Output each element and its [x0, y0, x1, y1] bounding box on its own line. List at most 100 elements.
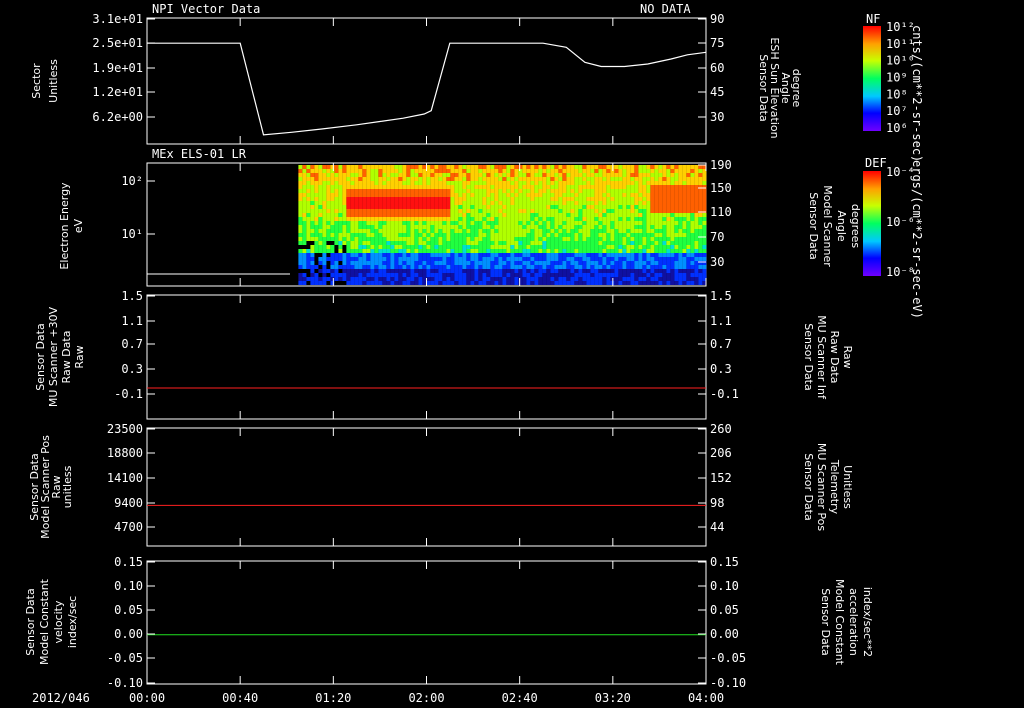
heatmap-cell — [670, 169, 675, 173]
heatmap-cell — [526, 221, 531, 225]
heatmap-cell — [382, 197, 387, 201]
heatmap-cell — [542, 269, 547, 273]
heatmap-cell — [518, 217, 523, 221]
heatmap-cell — [642, 217, 647, 221]
heatmap-cell — [462, 225, 467, 229]
heatmap-cell — [426, 269, 431, 273]
heatmap-cell — [494, 265, 499, 269]
heatmap-cell — [310, 221, 315, 225]
heatmap-cell — [310, 173, 315, 177]
heatmap-cell — [550, 261, 555, 265]
heatmap-cell — [378, 201, 383, 205]
heatmap-cell — [334, 229, 339, 233]
svg-text:Sector: Sector — [30, 63, 43, 99]
heatmap-cell — [362, 281, 367, 285]
heatmap-cell — [594, 237, 599, 241]
heatmap-cell — [302, 261, 307, 265]
heatmap-cell — [382, 177, 387, 181]
heatmap-cell — [690, 261, 695, 265]
heatmap-cell — [682, 185, 687, 189]
heatmap-cell — [334, 241, 339, 245]
panel-2-right-label: Sensor Data Model Scanner Angle degrees — [807, 185, 862, 267]
heatmap-cell — [506, 173, 511, 177]
heatmap-cell — [594, 201, 599, 205]
heatmap-cell — [554, 229, 559, 233]
heatmap-cell — [578, 177, 583, 181]
heatmap-cell — [514, 165, 519, 169]
heatmap-cell — [490, 225, 495, 229]
heatmap-cell — [322, 245, 327, 249]
heatmap-cell — [322, 189, 327, 193]
heatmap-cell — [682, 201, 687, 205]
heatmap-cell — [666, 217, 671, 221]
heatmap-cell — [430, 213, 435, 217]
heatmap-cell — [534, 173, 539, 177]
heatmap-cell — [542, 245, 547, 249]
heatmap-cell — [570, 213, 575, 217]
heatmap-cell — [566, 253, 571, 257]
heatmap-cell — [630, 269, 635, 273]
heatmap-cell — [314, 189, 319, 193]
heatmap-cell — [490, 205, 495, 209]
heatmap-cell — [406, 205, 411, 209]
heatmap-cell — [618, 257, 623, 261]
heatmap-cell — [586, 253, 591, 257]
heatmap-cell — [690, 221, 695, 225]
heatmap-cell — [474, 253, 479, 257]
heatmap-cell — [426, 189, 431, 193]
heatmap-cell — [702, 241, 707, 245]
heatmap-cell — [306, 209, 311, 213]
heatmap-cell — [370, 173, 375, 177]
heatmap-cell — [542, 213, 547, 217]
heatmap-cell — [454, 185, 459, 189]
heatmap-cell — [342, 209, 347, 213]
svg-text:acceleration: acceleration — [847, 588, 860, 656]
svg-text:MU Scanner Inf: MU Scanner Inf — [815, 315, 828, 400]
heatmap-cell — [702, 273, 707, 277]
heatmap-cell — [506, 249, 511, 253]
svg-text:Raw: Raw — [841, 345, 854, 368]
heatmap-cell — [678, 181, 683, 185]
heatmap-cell — [582, 185, 587, 189]
heatmap-cell — [570, 281, 575, 285]
svg-text:Unitless: Unitless — [47, 59, 60, 103]
heatmap-cell — [430, 277, 435, 281]
heatmap-cell — [426, 209, 431, 213]
heatmap-cell — [522, 277, 527, 281]
heatmap-cell — [566, 197, 571, 201]
heatmap-cell — [350, 165, 355, 169]
heatmap-cell — [598, 201, 603, 205]
heatmap-cell — [310, 181, 315, 185]
heatmap-cell — [674, 185, 679, 189]
heatmap-cell — [370, 165, 375, 169]
heatmap-cell — [666, 229, 671, 233]
heatmap-cell — [686, 209, 691, 213]
heatmap-cell — [526, 201, 531, 205]
heatmap-cell — [490, 237, 495, 241]
heatmap-cell — [322, 277, 327, 281]
heatmap-cell — [502, 225, 507, 229]
heatmap-cell — [666, 237, 671, 241]
heatmap-cell — [526, 193, 531, 197]
heatmap-cell — [402, 197, 407, 201]
heatmap-cell — [662, 225, 667, 229]
heatmap-cell — [542, 221, 547, 225]
heatmap-cell — [522, 225, 527, 229]
heatmap-cell — [510, 185, 515, 189]
heatmap-cell — [334, 237, 339, 241]
heatmap-cell — [646, 233, 651, 237]
heatmap-cell — [702, 181, 707, 185]
heatmap-cell — [426, 273, 431, 277]
heatmap-cell — [662, 273, 667, 277]
heatmap-cell — [526, 181, 531, 185]
heatmap-cell — [638, 249, 643, 253]
heatmap-cell — [450, 273, 455, 277]
heatmap-cell — [450, 281, 455, 285]
heatmap-cell — [574, 245, 579, 249]
heatmap-cell — [502, 233, 507, 237]
heatmap-cell — [310, 277, 315, 281]
heatmap-cell — [682, 209, 687, 213]
heatmap-cell — [382, 277, 387, 281]
heatmap-cell — [682, 253, 687, 257]
heatmap-cell — [638, 205, 643, 209]
